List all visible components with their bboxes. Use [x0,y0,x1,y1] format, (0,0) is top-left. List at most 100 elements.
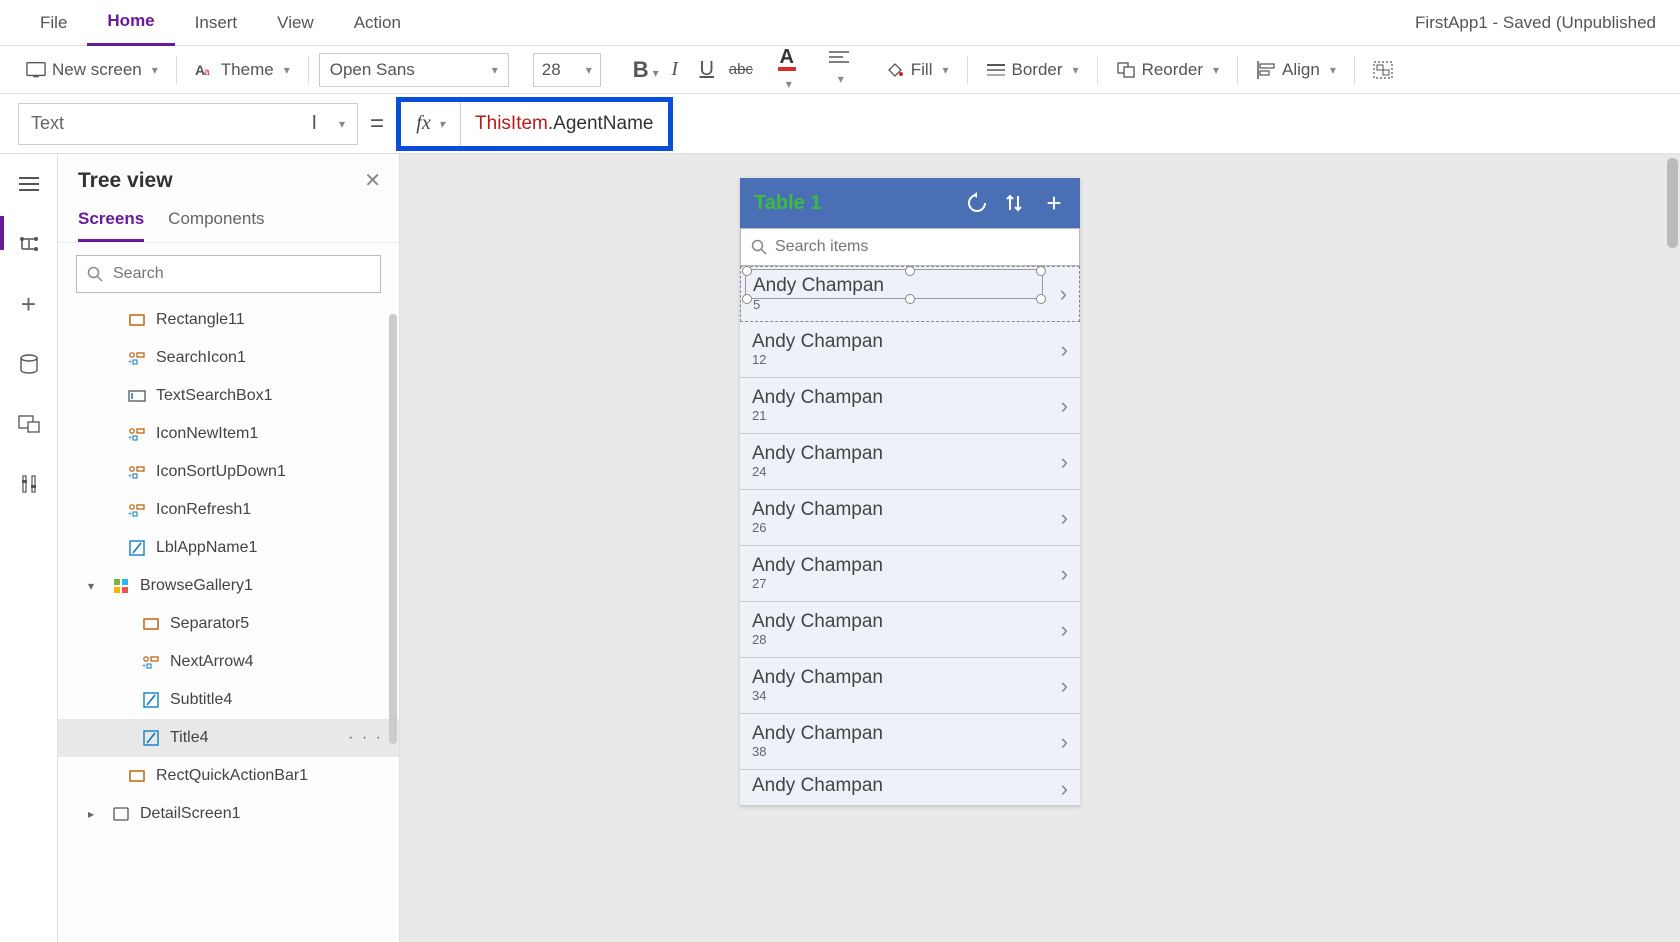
scrollbar-thumb[interactable] [389,314,397,744]
chevron-right-icon[interactable]: › [1061,505,1068,531]
more-icon[interactable]: · · · [348,729,383,747]
theme-icon: Aa [195,60,215,80]
chevron-right-icon[interactable]: › [1061,337,1068,363]
border-button[interactable]: Border ▾ [978,56,1087,84]
tree-view-icon[interactable] [17,232,41,256]
fill-button[interactable]: Fill ▾ [877,56,957,84]
gallery-row[interactable]: Andy Champan38› [740,714,1080,770]
selection-handle[interactable] [742,294,752,304]
gallery-row[interactable]: Andy Champan28› [740,602,1080,658]
tree-item-nextarrow4[interactable]: +NextArrow4 [58,643,399,681]
canvas-scrollbar-thumb[interactable] [1667,158,1678,248]
row-title: Andy Champan [752,668,1061,689]
font-select[interactable]: Open Sans ▾ [319,53,509,87]
formula-input[interactable]: ThisItem.AgentName [461,102,667,146]
tree-view-title: Tree view [78,169,173,193]
gallery-row[interactable]: Andy Champan24› [740,434,1080,490]
selection-handle[interactable] [742,266,752,276]
gallery-row[interactable]: Andy Champan12› [740,322,1080,378]
bold-button[interactable]: B▾ [629,55,657,85]
tree-item-lblappname1[interactable]: LblAppName1 [58,529,399,567]
property-name: Text [31,113,64,134]
selection-handle[interactable] [905,294,915,304]
data-icon[interactable] [17,352,41,376]
font-size-value: 28 [542,60,561,80]
grp-icon: + [128,501,146,519]
formula-highlight-box: fx ▾ ThisItem.AgentName [396,97,672,151]
menu-view[interactable]: View [257,0,334,46]
chevron-right-icon[interactable]: ▸ [88,807,102,821]
chevron-right-icon[interactable]: › [1061,393,1068,419]
menu-file[interactable]: File [20,0,87,46]
tree-item-rectquickactionbar1[interactable]: RectQuickActionBar1 [58,757,399,795]
media-icon[interactable] [17,412,41,436]
chevron-right-icon[interactable]: › [1061,449,1068,475]
app-search-field[interactable] [775,238,1069,256]
tree-search-field[interactable] [113,265,370,283]
tab-screens[interactable]: Screens [78,201,144,242]
chevron-down-icon: ▾ [284,63,290,77]
selection-handle[interactable] [1036,266,1046,276]
refresh-icon[interactable] [966,192,990,214]
insert-icon[interactable]: + [17,292,41,316]
align-button[interactable]: Align ▾ [1248,56,1344,84]
tree-item-iconrefresh1[interactable]: +IconRefresh1 [58,491,399,529]
row-subtitle: 24 [752,464,1061,479]
menu-home[interactable]: Home [87,0,174,46]
tree-item-textsearchbox1[interactable]: TextSearchBox1 [58,377,399,415]
menu-insert[interactable]: Insert [175,0,258,46]
chevron-down-icon: ▾ [586,63,592,77]
chevron-right-icon[interactable]: › [1061,776,1068,802]
tree-search-input[interactable] [76,255,381,293]
sort-icon[interactable] [1004,192,1028,214]
tree-item-browsegallery1[interactable]: ▾BrowseGallery1 [58,567,399,605]
text-align-button[interactable]: ▾ [825,48,853,91]
close-icon[interactable]: ✕ [364,168,381,193]
new-screen-button[interactable]: New screen ▾ [18,56,166,84]
tree-item-iconnewitem1[interactable]: +IconNewItem1 [58,415,399,453]
property-selector[interactable]: Text I ▾ [18,103,358,145]
hamburger-icon[interactable] [17,172,41,196]
chevron-right-icon[interactable]: › [1061,673,1068,699]
tab-components[interactable]: Components [168,201,264,242]
tree-item-title4[interactable]: Title4· · · [58,719,399,757]
chevron-right-icon[interactable]: › [1060,281,1067,307]
chevron-down-icon[interactable]: ▾ [88,579,102,593]
fx-button[interactable]: fx ▾ [401,102,461,146]
strikethrough-button[interactable]: abc [725,59,753,80]
row-title: Andy Champan [752,500,1061,521]
tree-item-label: IconSortUpDown1 [156,463,286,481]
font-color-button[interactable]: A ▾ [773,44,801,96]
left-rail: + [0,154,58,942]
tree-item-separator5[interactable]: Separator5 [58,605,399,643]
group-button[interactable] [1365,56,1401,84]
tree-item-rectangle11[interactable]: Rectangle11 [58,301,399,339]
gallery-row[interactable]: Andy Champan21› [740,378,1080,434]
gallery-row[interactable]: Andy Champan34› [740,658,1080,714]
svg-text:+: + [128,359,132,365]
chevron-right-icon[interactable]: › [1061,729,1068,755]
gallery-row[interactable]: Andy Champan› [740,770,1080,806]
menu-action[interactable]: Action [334,0,421,46]
gallery-row[interactable]: Andy Champan27› [740,546,1080,602]
italic-button[interactable]: I [661,56,689,83]
underline-button[interactable]: U [693,56,721,83]
selection-handle[interactable] [905,266,915,276]
tree-item-subtitle4[interactable]: Subtitle4 [58,681,399,719]
selection-handle[interactable] [1036,294,1046,304]
tree-item-detailscreen1[interactable]: ▸DetailScreen1 [58,795,399,833]
gallery-row[interactable]: Andy Champan5› [740,266,1080,322]
tools-icon[interactable] [17,472,41,496]
svg-text:+: + [142,663,146,669]
chevron-right-icon[interactable]: › [1061,561,1068,587]
chevron-right-icon[interactable]: › [1061,617,1068,643]
theme-button[interactable]: Aa Theme ▾ [187,56,298,84]
tree-item-searchicon1[interactable]: +SearchIcon1 [58,339,399,377]
font-size-select[interactable]: 28 ▾ [533,53,601,87]
reorder-button[interactable]: Reorder ▾ [1108,56,1227,84]
app-search-input[interactable] [740,228,1080,266]
tree-item-iconsortupdown1[interactable]: +IconSortUpDown1 [58,453,399,491]
canvas[interactable]: Table 1 + Andy Champan5›Andy Champan12›A… [400,154,1680,942]
add-icon[interactable]: + [1042,188,1066,219]
gallery-row[interactable]: Andy Champan26› [740,490,1080,546]
